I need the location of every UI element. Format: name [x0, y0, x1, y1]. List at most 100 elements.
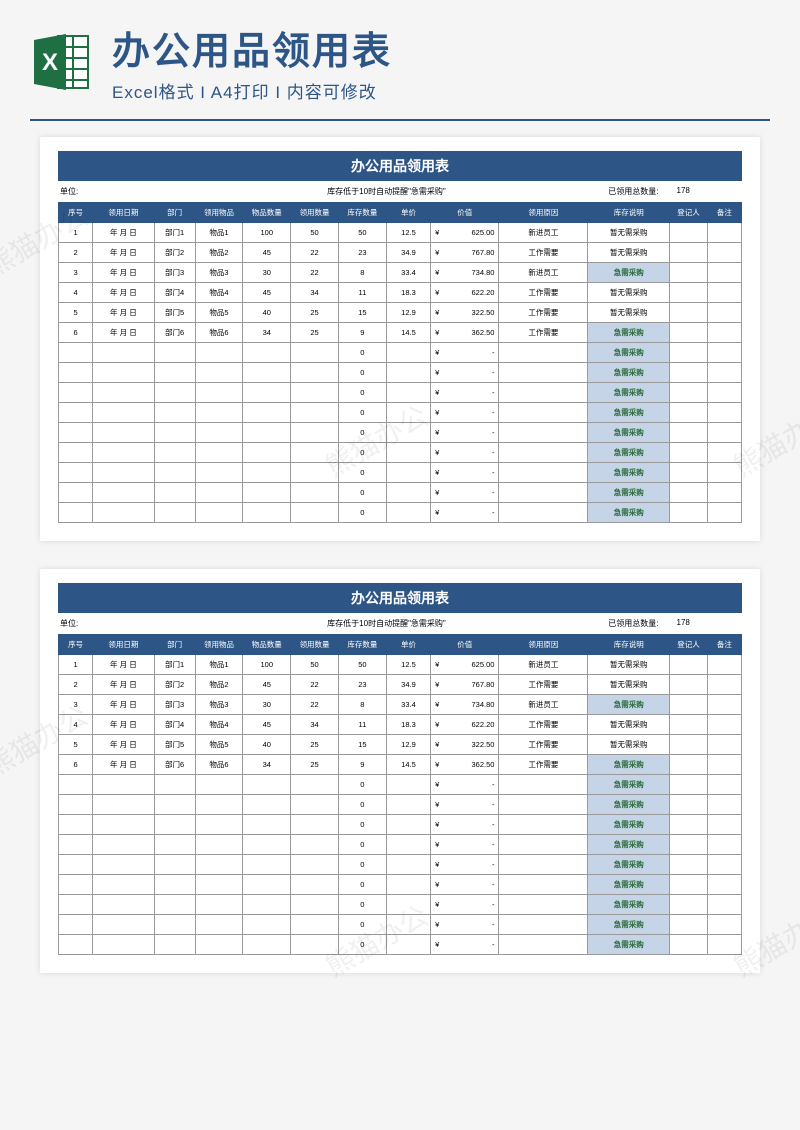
cell	[59, 875, 93, 895]
cell	[291, 503, 339, 523]
cell	[707, 695, 741, 715]
cell	[707, 323, 741, 343]
cell	[670, 303, 708, 323]
cell: 急需采购	[588, 403, 670, 423]
cell: 22	[291, 243, 339, 263]
cell	[670, 243, 708, 263]
cell: 急需采购	[588, 463, 670, 483]
excel-icon: X	[30, 30, 94, 94]
cell: ¥-	[431, 795, 499, 815]
cell	[291, 895, 339, 915]
table-row: 6年 月 日部门6物品63425914.5¥362.50工作需要急需采购	[59, 323, 742, 343]
cell	[670, 875, 708, 895]
cell: 暂无需采购	[588, 675, 670, 695]
cell	[670, 715, 708, 735]
cell	[499, 403, 588, 423]
cell: ¥-	[431, 835, 499, 855]
cell	[154, 423, 195, 443]
cell	[291, 463, 339, 483]
cell	[499, 383, 588, 403]
cell	[154, 915, 195, 935]
cell	[195, 895, 243, 915]
cell: 12.9	[386, 735, 430, 755]
column-header: 单价	[386, 635, 430, 655]
cell: ¥322.50	[431, 303, 499, 323]
cell	[59, 483, 93, 503]
cell	[386, 915, 430, 935]
cell: 急需采购	[588, 875, 670, 895]
cell	[670, 483, 708, 503]
cell: 物品4	[195, 283, 243, 303]
cell: 急需采购	[588, 895, 670, 915]
cell: 物品2	[195, 243, 243, 263]
table-row: 0¥-急需采购	[59, 343, 742, 363]
cell: ¥-	[431, 503, 499, 523]
cell: 50	[291, 223, 339, 243]
cell	[670, 815, 708, 835]
cell	[670, 795, 708, 815]
unit-label: 单位:	[60, 186, 260, 197]
cell: 0	[338, 383, 386, 403]
cell: ¥-	[431, 463, 499, 483]
cell	[93, 775, 154, 795]
cell	[243, 855, 291, 875]
cell	[291, 875, 339, 895]
cell: 暂无需采购	[588, 303, 670, 323]
cell: 1	[59, 655, 93, 675]
cell: 部门1	[154, 655, 195, 675]
cell: 12.5	[386, 655, 430, 675]
cell: 物品5	[195, 735, 243, 755]
cell	[195, 443, 243, 463]
cell	[93, 483, 154, 503]
cell	[707, 675, 741, 695]
cell	[707, 423, 741, 443]
cell	[670, 223, 708, 243]
cell	[707, 443, 741, 463]
cell: 9	[338, 755, 386, 775]
cell: 50	[291, 655, 339, 675]
cell: ¥625.00	[431, 655, 499, 675]
cell: ¥-	[431, 875, 499, 895]
column-header: 备注	[707, 203, 741, 223]
cell: 部门2	[154, 675, 195, 695]
table-row: 0¥-急需采购	[59, 855, 742, 875]
cell	[707, 343, 741, 363]
cell: 34	[291, 283, 339, 303]
cell: 0	[338, 935, 386, 955]
cell	[707, 755, 741, 775]
column-header: 物品数量	[243, 203, 291, 223]
svg-text:X: X	[42, 49, 58, 76]
column-header: 备注	[707, 635, 741, 655]
cell: 0	[338, 895, 386, 915]
cell	[499, 895, 588, 915]
cell: 15	[338, 735, 386, 755]
cell: ¥-	[431, 363, 499, 383]
column-header: 部门	[154, 203, 195, 223]
cell: 年 月 日	[93, 323, 154, 343]
cell	[707, 815, 741, 835]
cell	[243, 795, 291, 815]
column-header: 单价	[386, 203, 430, 223]
sheet-page-2: 办公用品领用表单位:库存低于10时自动提醒"急需采购"已领用总数量:178序号领…	[40, 569, 760, 973]
cell	[499, 363, 588, 383]
cell	[93, 855, 154, 875]
cell	[707, 383, 741, 403]
cell	[707, 935, 741, 955]
cell	[243, 423, 291, 443]
cell	[93, 815, 154, 835]
cell: 0	[338, 343, 386, 363]
cell: 年 月 日	[93, 283, 154, 303]
cell: 年 月 日	[93, 263, 154, 283]
page-header: X 办公用品领用表 Excel格式 I A4打印 I 内容可修改	[0, 0, 800, 115]
cell: ¥362.50	[431, 755, 499, 775]
cell	[499, 875, 588, 895]
column-header: 领用原因	[499, 203, 588, 223]
cell	[93, 895, 154, 915]
cell: 部门2	[154, 243, 195, 263]
table-row: 2年 月 日部门2物品245222334.9¥767.80工作需要暂无需采购	[59, 675, 742, 695]
column-header: 价值	[431, 203, 499, 223]
cell: 45	[243, 675, 291, 695]
cell	[291, 775, 339, 795]
cell	[243, 483, 291, 503]
cell: 年 月 日	[93, 243, 154, 263]
